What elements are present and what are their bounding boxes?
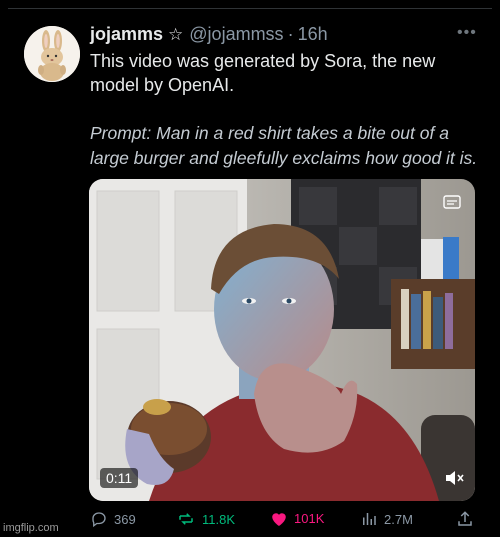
share-button[interactable]	[456, 510, 480, 528]
video-frame	[89, 179, 475, 501]
video-timestamp: 0:11	[100, 468, 139, 488]
like-button[interactable]: 101K	[270, 510, 324, 527]
star-icon: ☆	[168, 25, 184, 44]
timestamp[interactable]: 16h	[298, 24, 328, 45]
action-bar: 369 11.8K 101K 2.7M	[90, 510, 480, 534]
watermark: imgflip.com	[3, 522, 59, 534]
bunny-avatar-image	[24, 26, 80, 82]
repost-count: 11.8K	[202, 511, 236, 527]
reply-count: 369	[114, 511, 136, 527]
share-icon	[458, 511, 472, 526]
reply-button[interactable]: 369	[90, 510, 136, 528]
like-count: 101K	[294, 511, 325, 526]
repost-icon	[179, 513, 193, 525]
reply-icon	[92, 512, 106, 528]
views-icon	[363, 513, 376, 525]
display-name[interactable]: jojamms	[90, 24, 163, 45]
captions-icon[interactable]	[443, 195, 461, 209]
tweet-text: This video was generated by Sora, the ne…	[90, 51, 436, 95]
video-player[interactable]: 0:11	[89, 179, 475, 501]
tweet-header: jojamms ☆ @jojammss · 16h	[90, 24, 328, 45]
views-count: 2.7M	[384, 511, 413, 527]
views-button[interactable]: 2.7M	[360, 510, 413, 528]
handle[interactable]: @jojammss	[189, 24, 283, 45]
mute-icon[interactable]	[444, 469, 464, 487]
more-options-icon[interactable]: •••	[457, 24, 477, 42]
avatar[interactable]	[24, 26, 80, 82]
repost-button[interactable]: 11.8K	[176, 510, 235, 528]
heart-icon	[272, 513, 286, 526]
separator-dot: ·	[287, 24, 294, 44]
tweet-prompt: Prompt: Man in a red shirt takes a bite …	[90, 123, 478, 168]
